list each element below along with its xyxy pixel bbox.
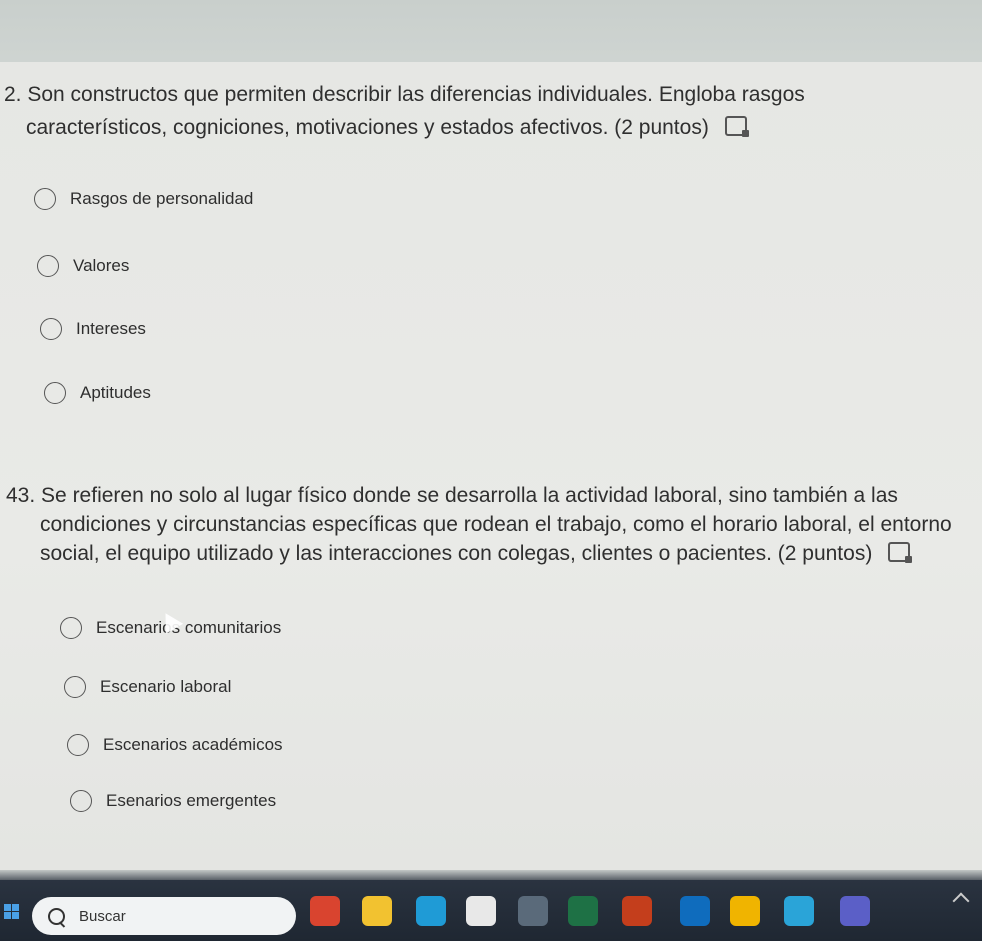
option-escenario-laboral[interactable]: Escenario laboral xyxy=(64,676,231,698)
snipping-tool-icon[interactable] xyxy=(466,896,496,926)
radio-button[interactable] xyxy=(40,318,62,340)
search-icon xyxy=(48,907,65,925)
option-valores[interactable]: Valores xyxy=(37,255,129,277)
question-text: característicos, cogniciones, motivacion… xyxy=(26,116,709,139)
question-2: 2. Son constructos que permiten describi… xyxy=(4,80,964,142)
question-text: social, el equipo utilizado y las intera… xyxy=(40,542,873,565)
question-2-line-2: característicos, cogniciones, motivacion… xyxy=(4,109,964,142)
radio-button[interactable] xyxy=(34,188,56,210)
m365-app-icon[interactable] xyxy=(310,896,340,926)
option-label: Valores xyxy=(73,256,130,275)
immersive-reader-icon[interactable] xyxy=(888,542,913,564)
radio-button[interactable] xyxy=(60,617,82,639)
option-label: Escenarios académicos xyxy=(103,735,283,754)
radio-button[interactable] xyxy=(67,734,89,756)
radio-button[interactable] xyxy=(37,255,59,277)
question-43-line-2: condiciones y circunstancias específicas… xyxy=(6,510,976,539)
question-43-line-1: 43. Se refieren no solo al lugar físico … xyxy=(6,481,976,510)
cortana-icon[interactable] xyxy=(784,896,814,926)
option-label: Esenarios emergentes xyxy=(106,791,277,810)
outlook-icon[interactable] xyxy=(680,896,710,926)
option-label: Intereses xyxy=(76,319,146,338)
question-text: Se refieren no solo al lugar físico dond… xyxy=(41,484,898,507)
option-aptitudes[interactable]: Aptitudes xyxy=(44,382,151,404)
option-label: Escenarios comunitarios xyxy=(96,618,282,637)
search-placeholder: Buscar xyxy=(79,907,126,925)
calculator-icon[interactable] xyxy=(518,896,548,926)
option-intereses[interactable]: Intereses xyxy=(40,318,146,340)
option-rasgos-de-personalidad[interactable]: Rasgos de personalidad xyxy=(34,188,253,210)
option-label: Aptitudes xyxy=(80,383,151,402)
excel-icon[interactable] xyxy=(568,896,598,926)
taskbar-edge xyxy=(0,870,982,880)
immersive-reader-icon[interactable] xyxy=(724,116,749,138)
question-43-line-3: social, el equipo utilizado y las intera… xyxy=(6,539,976,568)
taskbar-search-input[interactable]: Buscar xyxy=(32,897,296,935)
question-number: 43. xyxy=(6,484,36,507)
question-2-line-1: 2. Son constructos que permiten describi… xyxy=(4,80,964,109)
radio-button[interactable] xyxy=(70,790,92,812)
teams-icon[interactable] xyxy=(840,896,870,926)
powerpoint-icon[interactable] xyxy=(622,896,652,926)
option-label: Escenario laboral xyxy=(100,677,232,696)
question-text: Son constructos que permiten describir l… xyxy=(27,83,805,106)
option-escenarios-academicos[interactable]: Escenarios académicos xyxy=(67,734,283,756)
file-explorer-icon[interactable] xyxy=(362,896,392,926)
option-label: Rasgos de personalidad xyxy=(70,189,254,208)
edge-browser-icon[interactable] xyxy=(416,896,446,926)
start-windows-icon[interactable] xyxy=(4,904,20,934)
radio-button[interactable] xyxy=(64,676,86,698)
window-top-band xyxy=(0,0,982,70)
question-43: 43. Se refieren no solo al lugar físico … xyxy=(6,481,976,568)
option-esenarios-emergentes[interactable]: Esenarios emergentes xyxy=(70,790,276,812)
question-number: 2. xyxy=(4,83,22,106)
chrome-icon[interactable] xyxy=(730,896,760,926)
radio-button[interactable] xyxy=(44,382,66,404)
question-text: condiciones y circunstancias específicas… xyxy=(40,513,952,536)
